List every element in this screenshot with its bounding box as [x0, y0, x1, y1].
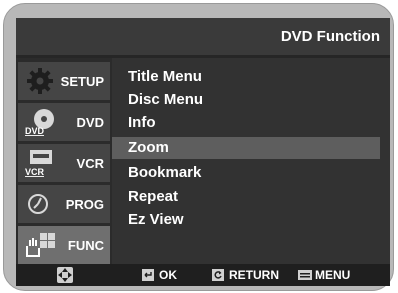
menu-item-disc-menu[interactable]: Disc Menu: [112, 89, 380, 111]
tv-frame: DVD Function SETUP DVD DVD VCR VCR PROG …: [3, 3, 394, 291]
return-icon: [212, 269, 224, 281]
sidebar-item-func[interactable]: FUNC: [18, 226, 110, 264]
menu-label: MENU: [315, 268, 351, 282]
sidebar-item-setup[interactable]: SETUP: [18, 62, 110, 100]
sidebar-item-label: FUNC: [67, 237, 104, 253]
sidebar-item-vcr[interactable]: VCR VCR: [18, 144, 110, 182]
enter-icon: [142, 269, 154, 281]
menu-item-repeat[interactable]: Repeat: [112, 186, 380, 208]
return-hint: RETURN: [212, 268, 279, 282]
function-menu: Title Menu Disc Menu Info Zoom Bookmark …: [112, 58, 390, 264]
sidebar-item-prog[interactable]: PROG: [18, 185, 110, 223]
ok-label: OK: [159, 268, 177, 282]
hand-icon: [26, 233, 55, 257]
navigation-hint: [56, 266, 74, 284]
gear-icon: [27, 68, 53, 94]
clock-icon: [28, 194, 48, 214]
dvd-disc-icon: DVD: [25, 109, 54, 136]
return-label: RETURN: [229, 268, 279, 282]
menu-item-ez-view[interactable]: Ez View: [112, 209, 380, 231]
svg-text:VCR: VCR: [25, 167, 45, 177]
menu-item-bookmark[interactable]: Bookmark: [112, 162, 380, 184]
button-hint-bar: OK RETURN MENU: [16, 264, 390, 286]
title-bar: DVD Function: [16, 18, 390, 58]
menu-icon: [298, 270, 312, 280]
osd-screen: DVD Function SETUP DVD DVD VCR VCR PROG …: [16, 18, 390, 286]
sidebar-item-label: VCR: [76, 155, 104, 171]
page-title: DVD Function: [280, 28, 380, 45]
menu-item-zoom[interactable]: Zoom: [112, 137, 380, 159]
sidebar: SETUP DVD DVD VCR VCR PROG FUNC: [16, 58, 112, 264]
sidebar-item-label: SETUP: [60, 73, 104, 89]
menu-item-info[interactable]: Info: [112, 112, 380, 134]
dpad-icon: [57, 267, 73, 283]
menu-item-title-menu[interactable]: Title Menu: [112, 66, 380, 88]
ok-hint: OK: [142, 268, 177, 282]
menu-hint: MENU: [298, 268, 350, 282]
sidebar-item-label: DVD: [76, 114, 104, 130]
sidebar-item-dvd[interactable]: DVD DVD: [18, 103, 110, 141]
vcr-icon: VCR: [25, 150, 52, 177]
sidebar-item-label: PROG: [65, 196, 104, 212]
svg-text:DVD: DVD: [25, 126, 45, 136]
